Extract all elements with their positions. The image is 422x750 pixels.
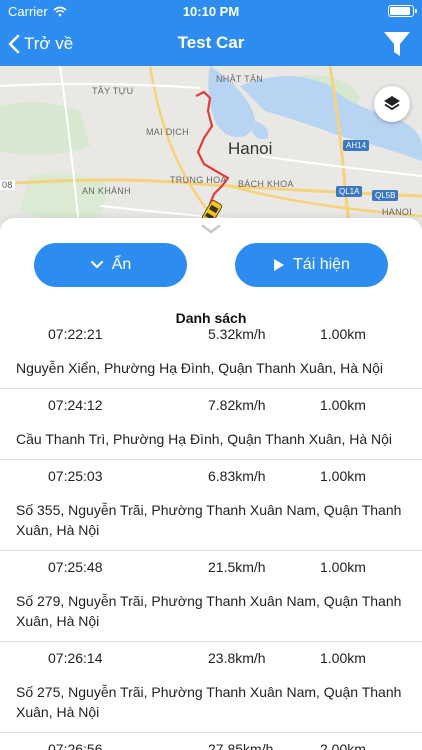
- map-label-an-khanh: AN KHÁNH: [82, 186, 131, 196]
- row-metrics: 07:26:14 23.8km/h 1.00km: [16, 650, 406, 670]
- list-item[interactable]: 07:26:14 23.8km/h 1.00km Số 275, Nguyễn Trã…: [0, 642, 422, 733]
- record-distance: 1.00km: [320, 468, 366, 484]
- record-speed: 21.5km/h: [208, 559, 266, 575]
- list-item[interactable]: 07:22:21 5.32km/h 1.00km Nguyễn Xiển, Phườn…: [0, 328, 422, 389]
- record-time: 07:26:14: [48, 650, 103, 666]
- record-speed: 6.83km/h: [208, 468, 266, 484]
- map-label-hanoi: Hanoi: [228, 139, 273, 158]
- layers-icon: [384, 96, 400, 111]
- chevron-down-icon: [201, 224, 221, 234]
- record-time: 07:22:21: [48, 328, 103, 342]
- record-speed: 27.85km/h: [208, 741, 274, 750]
- list-title: Danh sách: [175, 310, 247, 326]
- replay-label: Tái hiện: [293, 256, 350, 273]
- chevron-left-icon: [8, 34, 20, 54]
- record-address: Số 279, Nguyễn Trãi, Phường Thanh Xuân N…: [16, 593, 402, 629]
- record-time: 07:24:12: [48, 397, 103, 413]
- chevron-down-icon: [90, 260, 103, 269]
- record-distance: 1.00km: [320, 650, 366, 666]
- record-address: Cầu Thanh Trì, Phường Hạ Đình, Quận Than…: [16, 431, 393, 447]
- filter-button[interactable]: [382, 29, 412, 59]
- play-icon: [274, 259, 285, 271]
- battery-icon: [388, 5, 417, 17]
- back-label: Trở về: [24, 34, 74, 53]
- record-address: Nguyễn Xiển, Phường Hạ Đình, Quận Thanh …: [16, 360, 383, 376]
- list-item[interactable]: 07:24:12 7.82km/h 1.00km Cầu Thanh Trì, Phư…: [0, 389, 422, 460]
- map-label-bach-khoa: BÁCH KHOA: [238, 179, 294, 189]
- map-layers-button[interactable]: [374, 86, 410, 122]
- status-time: 10:10 PM: [182, 4, 240, 19]
- back-button[interactable]: Trở về: [8, 30, 73, 58]
- replay-button[interactable]: Tái hiện: [235, 243, 388, 287]
- filter-icon: [384, 32, 410, 56]
- record-time: 07:25:48: [48, 559, 103, 575]
- record-distance: 2.00km: [320, 741, 366, 750]
- list-item[interactable]: 07:25:48 21.5km/h 1.00km Số 279, Nguyễn Trã…: [0, 551, 422, 642]
- map-label-mai-dich: MAI DỊCH: [146, 127, 189, 137]
- record-distance: 1.00km: [320, 397, 366, 413]
- hide-button[interactable]: Ẩn: [34, 243, 187, 287]
- row-metrics: 07:26:56 27.85km/h 2.00km: [16, 741, 406, 750]
- road-shield-ah14: AH14: [343, 140, 370, 151]
- row-metrics: 07:25:03 6.83km/h 1.00km: [16, 468, 406, 488]
- record-time: 07:26:56: [48, 741, 103, 750]
- records-list[interactable]: 07:22:21 5.32km/h 1.00km Nguyễn Xiển, Phườn…: [0, 328, 422, 750]
- nav-bar: Trở về Test Car: [0, 22, 422, 66]
- map-label-hanoi-small: HANOI: [382, 207, 413, 217]
- map-view[interactable]: NHẬT TÂN TÂY TỰU MAI DỊCH Hanoi TRUNG HO…: [0, 66, 422, 236]
- record-address: Số 275, Nguyễn Trãi, Phường Thanh Xuân N…: [16, 684, 402, 720]
- list-item[interactable]: 07:26:56 27.85km/h 2.00km: [0, 733, 422, 750]
- record-speed: 23.8km/h: [208, 650, 266, 666]
- record-distance: 1.00km: [320, 328, 366, 342]
- list-item[interactable]: 07:25:03 6.83km/h 1.00km Số 355, Nguyễn Trã…: [0, 460, 422, 551]
- map-background: [0, 66, 422, 236]
- record-speed: 7.82km/h: [208, 397, 266, 413]
- status-bar: Carrier 10:10 PM: [0, 0, 422, 22]
- record-speed: 5.32km/h: [208, 328, 266, 342]
- map-label-tay-tuu: TÂY TỰU: [92, 86, 134, 96]
- record-distance: 1.00km: [320, 559, 366, 575]
- sheet-drag-handle[interactable]: [199, 222, 223, 234]
- road-shield-ql5b: QL5B: [372, 190, 399, 201]
- road-shield-ql1a: QL1A: [336, 186, 363, 197]
- road-label-08: 08: [0, 180, 15, 190]
- hide-label: Ẩn: [111, 256, 132, 273]
- bottom-sheet: Ẩn Tái hiện Danh sách 07:22:21 5.32km/h 1.…: [0, 218, 422, 750]
- row-metrics: 07:25:48 21.5km/h 1.00km: [16, 559, 406, 579]
- record-address: Số 355, Nguyễn Trãi, Phường Thanh Xuân N…: [16, 502, 402, 538]
- map-label-trung-hoa: TRUNG HOÀ: [170, 175, 227, 185]
- row-metrics: 07:22:21 5.32km/h 1.00km: [16, 328, 406, 346]
- map-label-nhat-tan: NHẬT TÂN: [216, 74, 264, 84]
- app-header: Carrier 10:10 PM Trở về Test Car: [0, 0, 422, 66]
- row-metrics: 07:24:12 7.82km/h 1.00km: [16, 397, 406, 417]
- record-time: 07:25:03: [48, 468, 103, 484]
